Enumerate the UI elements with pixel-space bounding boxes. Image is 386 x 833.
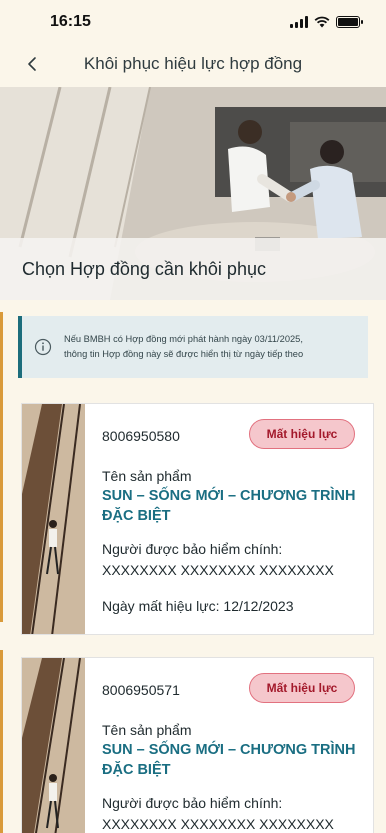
insured-value: XXXXXXXX XXXXXXXX XXXXXXXX (102, 816, 334, 832)
hero-band: Chọn Hợp đồng cần khôi phục (0, 238, 386, 300)
contract-thumbnail (22, 404, 85, 634)
contract-thumbnail (22, 658, 85, 833)
contract-number: 8006950571 (102, 682, 180, 698)
page-title: Khôi phục hiệu lực hợp đồng (83, 54, 303, 73)
product-label: Tên sản phẩm (102, 468, 192, 484)
battery-level (338, 18, 358, 26)
info-notice: Nếu BMBH có Hợp đồng mới phát hành ngày … (18, 316, 368, 378)
notice-line: Nếu BMBH có Hợp đồng mới phát hành ngày … (64, 334, 303, 344)
status-badge: Mất hiệu lực (249, 419, 355, 449)
back-icon[interactable] (18, 50, 46, 78)
status-icons (290, 16, 363, 28)
battery-icon (336, 16, 363, 28)
contract-number: 8006950580 (102, 428, 180, 444)
side-accent (0, 312, 3, 622)
insured-value: XXXXXXXX XXXXXXXX XXXXXXXX (102, 562, 334, 578)
insured-label: Người được bảo hiểm chính: (102, 541, 283, 557)
notice-line: thông tin Hợp đồng này sẽ được hiển thị … (64, 349, 304, 359)
status-badge: Mất hiệu lực (249, 673, 355, 703)
insured-label: Người được bảo hiểm chính: (102, 795, 283, 811)
hero-banner: Chọn Hợp đồng cần khôi phục (0, 87, 386, 300)
status-bar: 16:15 (0, 0, 386, 44)
lapse-date: Ngày mất hiệu lực: 12/12/2023 (102, 598, 294, 614)
wifi-icon (314, 16, 330, 28)
product-label: Tên sản phẩm (102, 722, 192, 738)
product-name: SUN – SỐNG MỚI – CHƯƠNG TRÌNH ĐẶC BIỆT (102, 742, 356, 778)
contract-card[interactable]: 8006950571 Mất hiệu lực Tên sản phẩm SUN… (21, 657, 374, 833)
nav-bar: Khôi phục hiệu lực hợp đồng (0, 44, 386, 84)
product-name: SUN – SỐNG MỚI – CHƯƠNG TRÌNH ĐẶC BIỆT (102, 488, 356, 524)
contract-card[interactable]: 8006950580 Mất hiệu lực Tên sản phẩm SUN… (21, 403, 374, 635)
status-time: 16:15 (50, 13, 91, 30)
info-icon (34, 338, 52, 356)
notice-text: Nếu BMBH có Hợp đồng mới phát hành ngày … (64, 332, 303, 362)
section-title: Chọn Hợp đồng cần khôi phục (22, 258, 266, 279)
side-accent (0, 650, 3, 833)
signal-icon (290, 16, 308, 28)
